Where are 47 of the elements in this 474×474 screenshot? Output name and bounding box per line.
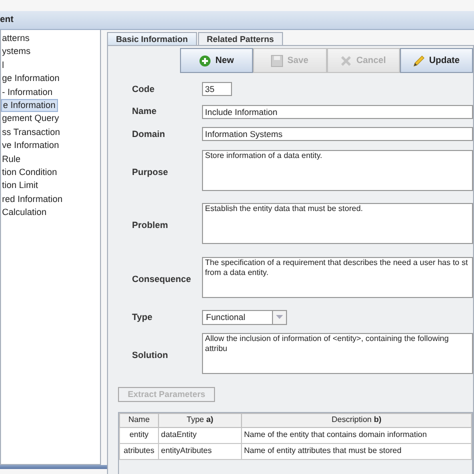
- table-cell: atributes: [120, 443, 158, 459]
- panel-title: ent: [0, 13, 14, 26]
- field-label: Name: [132, 105, 158, 118]
- field-label: Type: [132, 310, 154, 324]
- text-field[interactable]: 35: [202, 82, 232, 96]
- close-icon: [340, 54, 352, 66]
- table-cell: entity: [120, 427, 158, 443]
- tree-item[interactable]: gement Query: [1, 112, 100, 126]
- tree-item[interactable]: ge Information: [1, 72, 100, 86]
- field-label: Consequence: [132, 272, 192, 286]
- tree-item[interactable]: ystems: [1, 45, 100, 59]
- field-label: Domain: [132, 128, 166, 140]
- tree-item[interactable]: tion Condition: [1, 166, 100, 180]
- tab[interactable]: Related Patterns: [198, 32, 283, 45]
- tree-item[interactable]: ss Transaction: [1, 126, 100, 140]
- field-label: Solution: [132, 349, 169, 362]
- field-label: Purpose: [132, 166, 170, 179]
- text-area[interactable]: The specification of a requirement that describes the need a user has to st from a data entity.: [202, 256, 473, 298]
- tree-item[interactable]: Calculation: [1, 206, 100, 220]
- tree-item[interactable]: red Information: [1, 192, 100, 206]
- tree-item[interactable]: ve Information: [1, 139, 100, 153]
- tree-item[interactable]: tion Limit: [1, 179, 100, 193]
- table-cell: entityAtributes: [158, 443, 242, 459]
- pencil-icon: [413, 54, 426, 66]
- plus-icon: [199, 54, 212, 66]
- text-field[interactable]: Information Systems: [202, 127, 473, 141]
- tree-item[interactable]: e Information: [1, 98, 58, 112]
- column-header: Type a): [158, 413, 242, 427]
- text-area[interactable]: Establish the entity data that must be stored.: [202, 203, 473, 244]
- tree-item[interactable]: l: [1, 58, 100, 72]
- toolbar-button[interactable]: Update: [400, 48, 473, 73]
- column-header: Description b): [242, 413, 472, 427]
- tree-item[interactable]: Rule: [1, 152, 100, 166]
- column-header: Name: [120, 413, 158, 427]
- tree-item[interactable]: - Information: [1, 86, 100, 99]
- tree-item[interactable]: atterns: [1, 32, 100, 46]
- field-label: Code: [132, 82, 156, 96]
- caret-icon: [276, 315, 283, 320]
- text-area[interactable]: Store information of a data entity.: [202, 150, 473, 190]
- text-area[interactable]: Allow the inclusion of information of <entity>, containing the following attribu: [202, 333, 473, 374]
- table-cell: dataEntity: [158, 427, 242, 443]
- toolbar-button[interactable]: New: [180, 48, 254, 73]
- tab[interactable]: Basic Information: [107, 32, 197, 45]
- text-field[interactable]: Include Information: [202, 104, 473, 118]
- table-cell: Name of the entity that contains domain information: [242, 427, 472, 443]
- table-cell: Name of entity attributes that must be stored: [242, 443, 472, 459]
- field-label: Problem: [132, 219, 170, 232]
